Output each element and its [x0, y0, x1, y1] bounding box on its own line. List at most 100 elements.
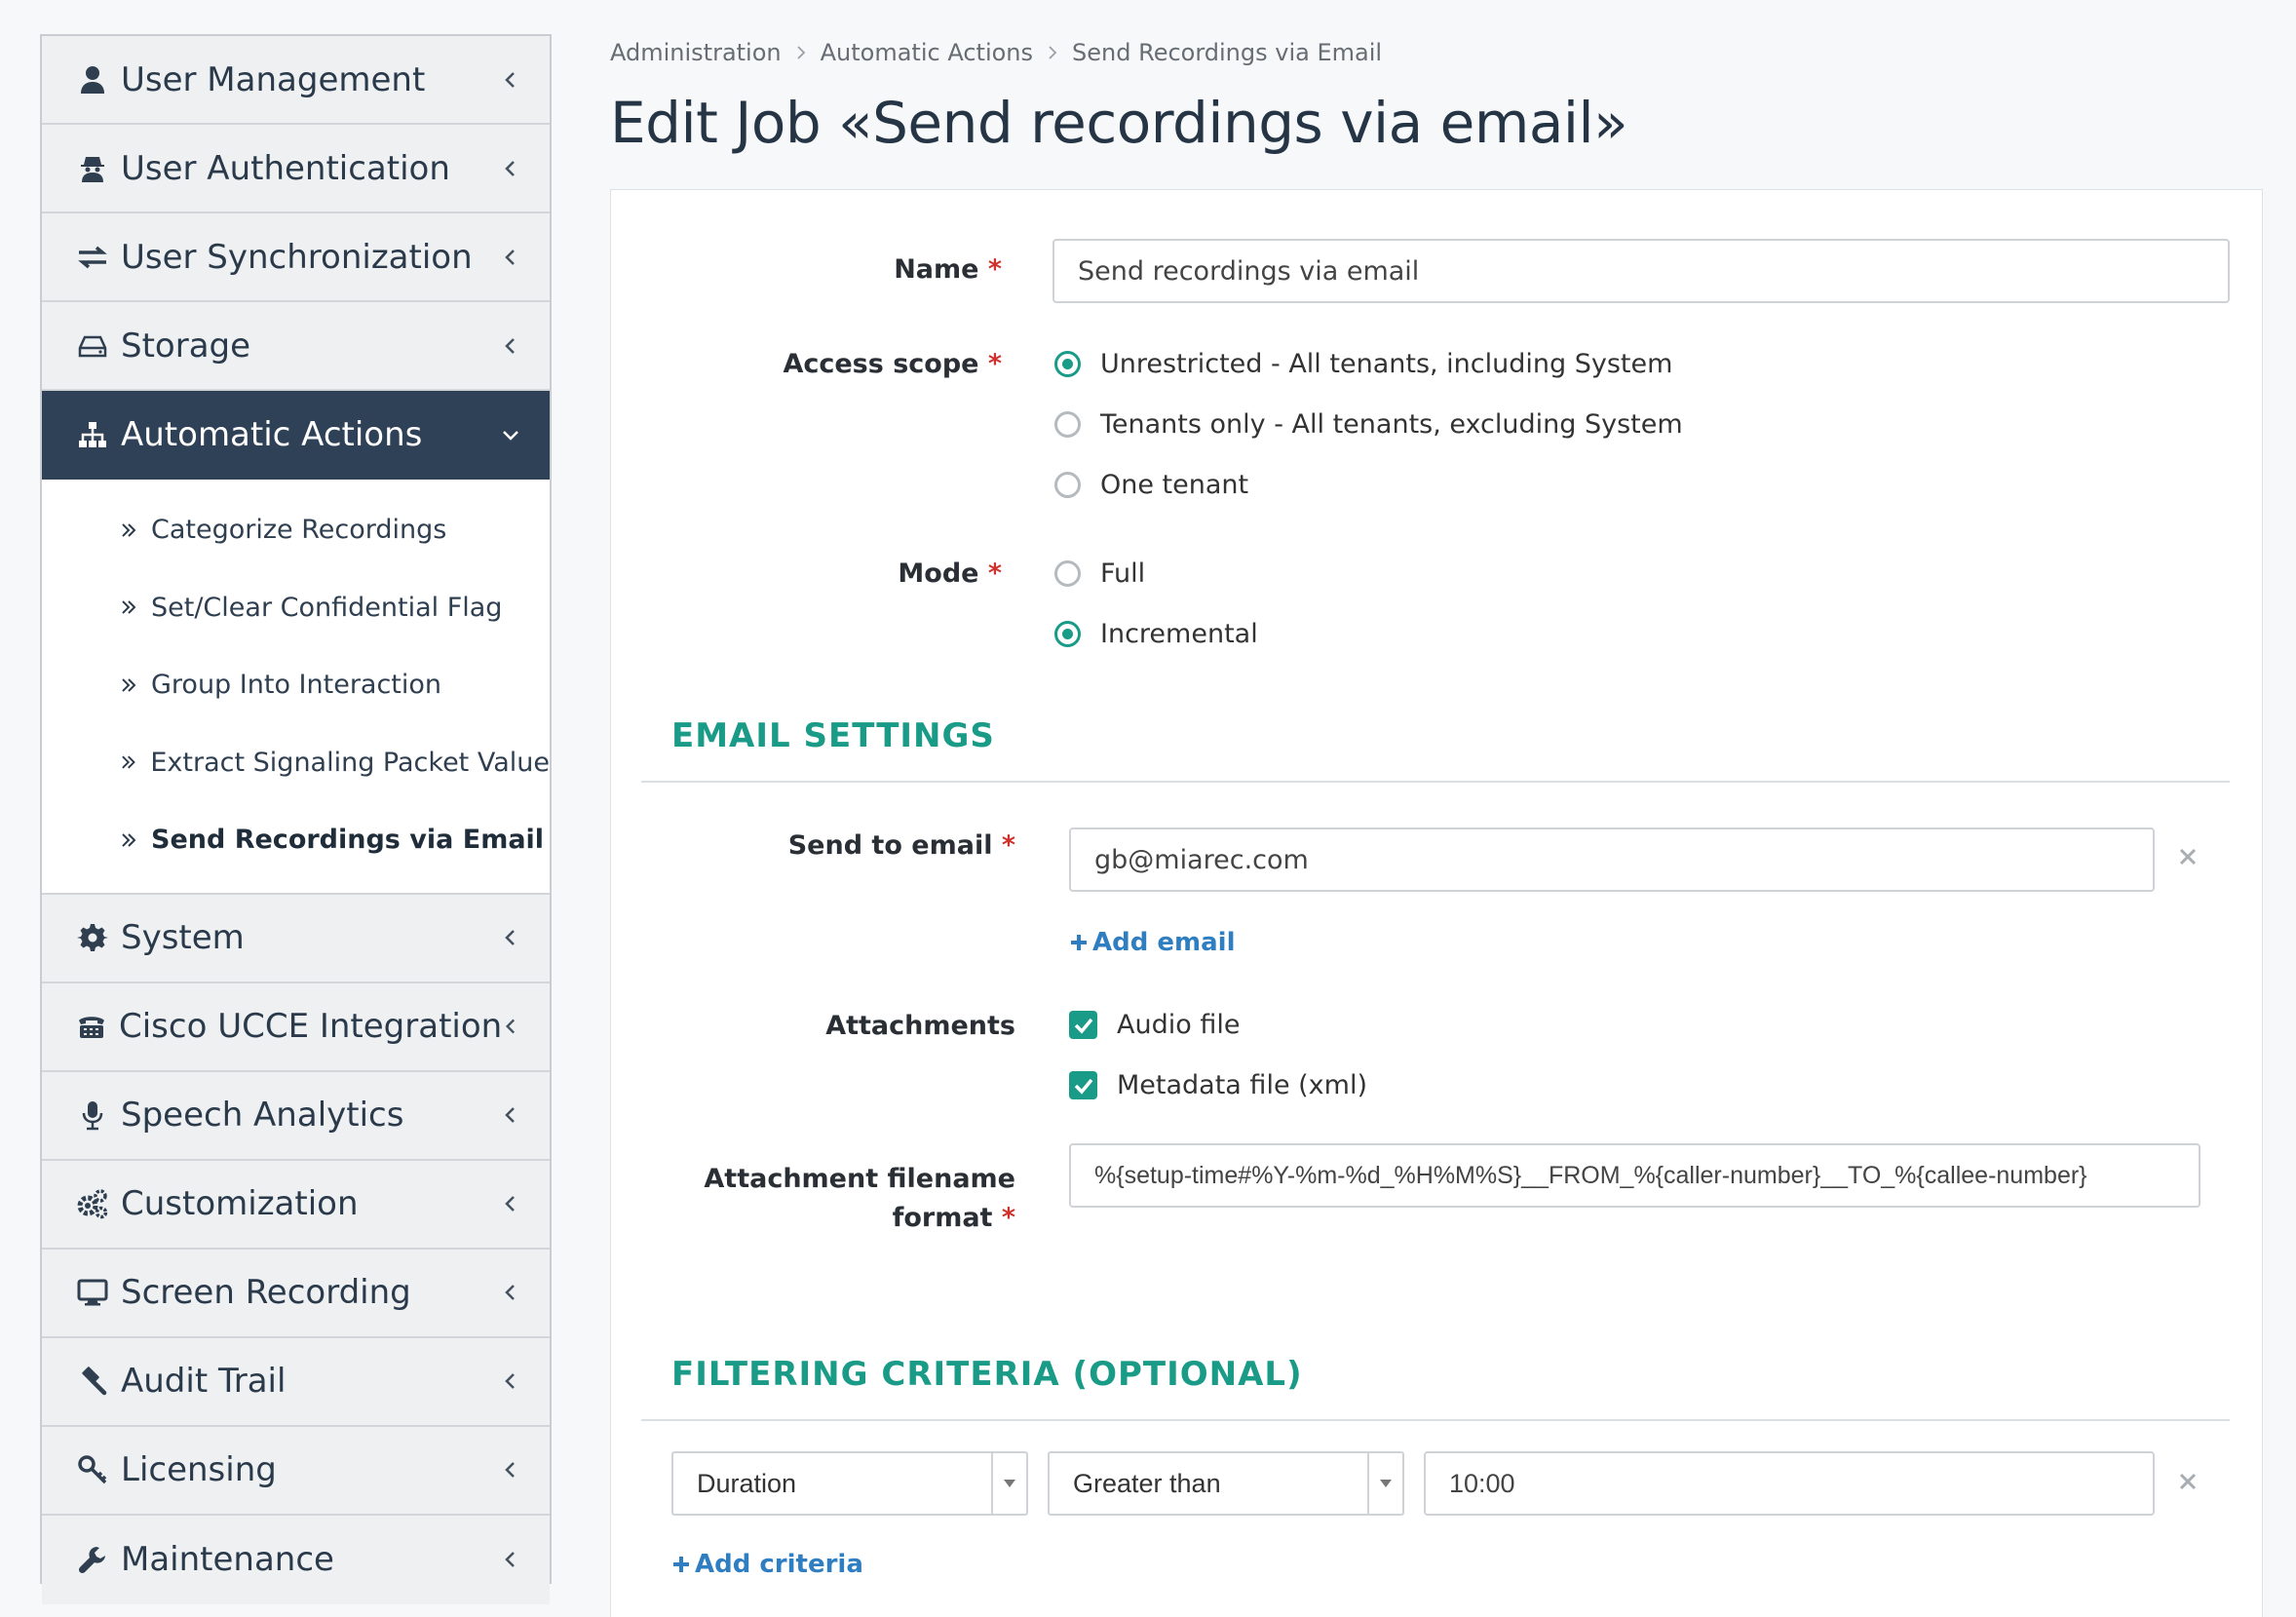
chevron-left-icon: [505, 160, 515, 176]
criteria-field-select[interactable]: Duration: [671, 1451, 1028, 1516]
sidebar-item-user-management[interactable]: User Management: [42, 36, 550, 125]
remove-email-icon[interactable]: [2177, 846, 2199, 867]
sidebar-item-user-authentication[interactable]: User Authentication: [42, 125, 550, 213]
chevron-left-icon: [506, 1019, 516, 1034]
sidebar-item-audit-trail[interactable]: Audit Trail: [42, 1337, 550, 1427]
sidebar-subitem-label: Categorize Recordings: [151, 515, 447, 546]
sidebar-subitem-label: Extract Signaling Packet Value: [150, 747, 550, 778]
gavel-icon: [76, 1365, 109, 1398]
chevron-right-icon: [1049, 46, 1057, 59]
sidebar-item-storage[interactable]: Storage: [42, 302, 550, 391]
radio-button[interactable]: [1054, 472, 1081, 498]
sidebar-subitem-categorize-recordings[interactable]: Categorize Recordings: [42, 491, 550, 569]
breadcrumb-link-administration[interactable]: Administration: [610, 39, 782, 66]
add-email-link[interactable]: Add email: [1069, 928, 1236, 957]
gear-icon: [76, 921, 109, 954]
chevron-left-icon: [505, 1196, 515, 1212]
sidebar-item-label: System: [121, 918, 245, 957]
sidebar-item-licensing[interactable]: Licensing: [42, 1426, 550, 1516]
sidebar-item-automatic-actions[interactable]: Automatic Actions: [42, 391, 550, 480]
sidebar-item-label: Speech Analytics: [121, 1096, 404, 1135]
radio-button-checked[interactable]: [1054, 351, 1081, 377]
sidebar-item-cisco-ucce-integration[interactable]: Cisco UCCE Integration: [42, 982, 550, 1072]
double-chevron-right-icon: [122, 600, 136, 614]
sidebar-item-customization[interactable]: Customization: [42, 1160, 550, 1250]
microphone-icon: [76, 1098, 109, 1132]
sidebar: User Management User Authentication User…: [40, 34, 552, 1604]
send-to-email-input[interactable]: [1069, 828, 2155, 892]
check-icon: [1074, 1078, 1092, 1095]
sidebar-item-speech-analytics[interactable]: Speech Analytics: [42, 1071, 550, 1161]
mode-option-incremental[interactable]: Incremental: [1054, 619, 1258, 649]
double-chevron-right-icon: [122, 678, 136, 692]
sidebar-subitem-group-into-interaction[interactable]: Group Into Interaction: [42, 646, 550, 724]
user-icon: [76, 63, 109, 96]
mode-label: Mode *: [898, 558, 1002, 589]
chevron-left-icon: [505, 930, 515, 945]
sidebar-item-user-synchronization[interactable]: User Synchronization: [42, 213, 550, 302]
sidebar-item-label: Licensing: [121, 1450, 277, 1489]
chevron-left-icon: [505, 249, 515, 265]
attachment-audio-file-checkbox[interactable]: Audio file: [1069, 1010, 1240, 1040]
sidebar-item-label: Audit Trail: [121, 1362, 287, 1401]
double-chevron-right-icon: [122, 755, 135, 769]
sidebar-subitem-set-clear-confidential-flag[interactable]: Set/Clear Confidential Flag: [42, 569, 550, 647]
desktop-icon: [76, 1276, 109, 1309]
sidebar-subitem-label: Send Recordings via Email: [151, 825, 545, 856]
sidebar-item-maintenance[interactable]: Maintenance: [42, 1515, 550, 1604]
name-label: Name *: [894, 254, 1002, 285]
filtering-criteria-heading: FILTERING CRITERIA (OPTIONAL): [671, 1355, 1303, 1394]
section-divider: [641, 781, 2230, 783]
send-to-email-label: Send to email *: [787, 830, 1015, 861]
checkbox-checked[interactable]: [1069, 1011, 1097, 1039]
fax-icon: [76, 1010, 107, 1043]
sidebar-item-label: User Authentication: [121, 148, 450, 188]
sidebar-item-label: Screen Recording: [121, 1273, 411, 1312]
sidebar-item-label: Customization: [121, 1184, 359, 1223]
form-panel: Name * Access scope * Unrestricted - All…: [610, 189, 2263, 1617]
radio-button-checked[interactable]: [1054, 621, 1081, 647]
remove-criteria-icon[interactable]: [2177, 1471, 2199, 1492]
sidebar-item-system[interactable]: System: [42, 894, 550, 983]
sidebar-item-label: User Management: [121, 59, 426, 99]
sidebar-subitem-extract-signaling-packet-value[interactable]: Extract Signaling Packet Value: [42, 724, 550, 802]
sidebar-item-label: User Synchronization: [121, 237, 473, 277]
sidebar-item-screen-recording[interactable]: Screen Recording: [42, 1249, 550, 1338]
chevron-left-icon: [505, 1107, 515, 1123]
add-criteria-link[interactable]: Add criteria: [671, 1550, 863, 1579]
plus-icon: [1071, 935, 1087, 950]
sidebar-subitem-send-recordings-via-email[interactable]: Send Recordings via Email: [42, 801, 550, 879]
plus-icon: [673, 1557, 689, 1572]
criteria-operator-select[interactable]: Greater than: [1048, 1451, 1404, 1516]
chevron-right-icon: [796, 46, 805, 59]
attachment-filename-format-input[interactable]: [1069, 1143, 2200, 1208]
sidebar-subitem-label: Set/Clear Confidential Flag: [151, 592, 503, 623]
chevron-down-icon: [503, 430, 518, 441]
email-settings-heading: EMAIL SETTINGS: [671, 716, 995, 755]
criteria-value-input[interactable]: [1424, 1451, 2155, 1516]
breadcrumb-current: Send Recordings via Email: [1072, 39, 1383, 66]
submenu-automatic-actions: Categorize Recordings Set/Clear Confiden…: [42, 480, 550, 895]
mode-option-full[interactable]: Full: [1054, 558, 1145, 589]
chevron-left-icon: [505, 337, 515, 354]
chevron-left-icon: [505, 1462, 515, 1478]
section-divider: [641, 1419, 2230, 1421]
hdd-icon: [76, 329, 109, 363]
breadcrumb-link-automatic-actions[interactable]: Automatic Actions: [821, 39, 1033, 66]
check-icon: [1074, 1018, 1092, 1034]
attachment-metadata-file-checkbox[interactable]: Metadata file (xml): [1069, 1070, 1367, 1100]
chevron-left-icon: [505, 71, 515, 88]
user-secret-icon: [76, 152, 109, 185]
chevron-left-icon: [505, 1285, 515, 1300]
name-input[interactable]: [1052, 239, 2230, 303]
sidebar-item-label: Storage: [121, 326, 251, 366]
radio-button[interactable]: [1054, 411, 1081, 438]
access-scope-option-one-tenant[interactable]: One tenant: [1054, 470, 1248, 500]
access-scope-option-unrestricted[interactable]: Unrestricted - All tenants, including Sy…: [1054, 349, 1672, 379]
wrench-icon: [76, 1543, 109, 1576]
gears-icon: [76, 1187, 109, 1220]
radio-button[interactable]: [1054, 560, 1081, 587]
access-scope-option-tenants-only[interactable]: Tenants only - All tenants, excluding Sy…: [1054, 409, 1683, 440]
key-icon: [76, 1453, 109, 1486]
checkbox-checked[interactable]: [1069, 1071, 1097, 1099]
